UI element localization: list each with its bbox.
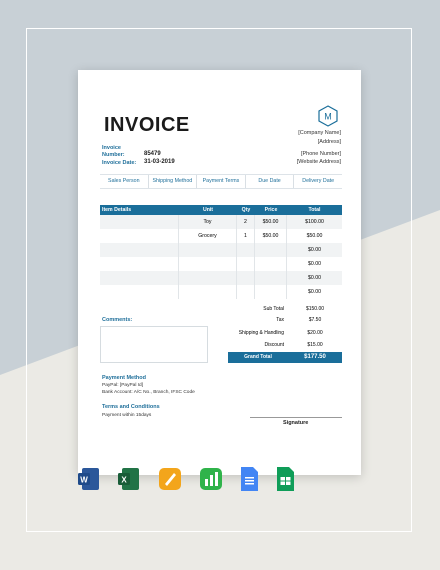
cell-item (100, 285, 179, 299)
items-table-header: Item Details Unit Qty Price Total (100, 205, 342, 215)
invoice-sheet: INVOICE M [Company Name] [Address] [Phon… (78, 70, 361, 475)
cell-item (100, 243, 179, 257)
payment-line-1: PayPal: [PayPal Id] (102, 383, 144, 388)
summary-tax: Tax $7.50 (228, 315, 342, 326)
cell-price (255, 285, 287, 299)
cell-unit: Grocery (179, 229, 237, 243)
numbers-icon[interactable] (200, 466, 222, 492)
cell-price (255, 243, 287, 257)
sales-info-row: Sales Person Shipping Method Payment Ter… (100, 175, 342, 188)
summary-subtotal: Sub Total $150.00 (228, 304, 342, 315)
table-row: $0.00 (100, 243, 342, 257)
cell-total: $0.00 (308, 247, 321, 253)
cell-total: $50.00 (306, 233, 323, 239)
cell-item (100, 257, 179, 271)
cell-unit (179, 243, 237, 257)
cell-qty: 1 (237, 229, 255, 243)
due-date-header: Due Date (246, 175, 295, 188)
terms-label: Terms and Conditions (102, 404, 160, 410)
format-icons: W X (78, 466, 361, 494)
items-table: Item Details Unit Qty Price Total Toy 2 … (100, 205, 342, 299)
signature-line (250, 417, 342, 418)
cell-price: $50.00 (255, 215, 287, 229)
cell-unit (179, 285, 237, 299)
cell-price (255, 257, 287, 271)
table-row: $0.00 (100, 271, 342, 285)
payment-terms-header: Payment Terms (197, 175, 246, 188)
cell-qty (237, 285, 255, 299)
cell-total: $100.00 (305, 219, 324, 225)
cell-item (100, 229, 179, 243)
cell-item (100, 271, 179, 285)
cell-item (100, 215, 179, 229)
summary-label: Tax (276, 317, 284, 323)
cell-unit (179, 271, 237, 285)
cell-qty (237, 257, 255, 271)
delivery-date-header: Delivery Date (302, 178, 335, 184)
shipping-method-header: Shipping Method (149, 175, 198, 188)
company-logo: M (318, 105, 338, 127)
summary-label: Sub Total (263, 306, 284, 312)
col-unit: Unit (202, 207, 214, 213)
items-table-body: Toy 2 $50.00 $100.00 Grocery 1 $50.00 $5… (100, 215, 342, 299)
comments-box (100, 326, 208, 363)
summary-value: $20.00 (307, 330, 323, 336)
col-qty: Qty (241, 207, 251, 213)
invoice-number-label-2: Number: (102, 152, 125, 158)
pages-icon[interactable] (159, 466, 181, 492)
cell-price (255, 271, 287, 285)
company-website: [Website Address] (296, 159, 341, 165)
divider (100, 188, 342, 189)
summary-label: Discount (264, 342, 284, 348)
sales-person-header: Sales Person (100, 175, 149, 188)
company-address: [Address] (317, 139, 341, 145)
payment-line-2: Bank Account: A/C No., Branch, IFSC Code (102, 390, 195, 395)
company-name: [Company Name] (298, 130, 341, 136)
table-row: $0.00 (100, 285, 342, 299)
invoice-date-value: 31-03-2019 (144, 159, 175, 165)
google-sheets-icon[interactable] (274, 466, 296, 492)
logo-letter: M (324, 112, 332, 122)
table-row: Toy 2 $50.00 $100.00 (100, 215, 342, 229)
terms-text: Payment within 15days (102, 413, 152, 418)
svg-text:W: W (80, 476, 88, 485)
col-item-details: Item Details (102, 207, 132, 213)
col-price: Price (264, 207, 278, 213)
table-row: $0.00 (100, 257, 342, 271)
summary-discount: Discount $15.00 (228, 340, 342, 351)
cell-unit (179, 257, 237, 271)
invoice-number-label-1: Invoice (102, 145, 121, 151)
grand-total-row: Grand Total $177.50 (228, 352, 342, 363)
company-phone: [Phone Number] (300, 151, 341, 157)
cell-total: $0.00 (308, 261, 321, 267)
svg-text:X: X (121, 476, 127, 485)
excel-icon[interactable]: X (118, 466, 140, 492)
grand-total-label: Grand Total (228, 352, 288, 363)
google-docs-icon[interactable] (238, 466, 260, 492)
cell-price: $50.00 (255, 229, 287, 243)
summary-label: Shipping & Handling (238, 330, 284, 336)
signature-label: Signature (283, 420, 309, 426)
invoice-date-label: Invoice Date: (102, 160, 137, 166)
summary-value: $15.00 (307, 342, 323, 348)
invoice-number-value: 85479 (144, 151, 161, 157)
cell-qty: 2 (237, 215, 255, 229)
payment-method-label: Payment Method (102, 375, 147, 381)
cell-total: $0.00 (308, 275, 321, 281)
cell-unit: Toy (179, 215, 237, 229)
table-row: Grocery 1 $50.00 $50.00 (100, 229, 342, 243)
comments-label: Comments: (102, 317, 133, 323)
cell-qty (237, 271, 255, 285)
word-icon[interactable]: W (78, 466, 100, 492)
summary-value: $7.50 (308, 317, 322, 323)
cell-total: $0.00 (308, 289, 321, 295)
invoice-title: INVOICE (104, 114, 190, 136)
summary-value: $150.00 (305, 306, 325, 312)
grand-total-value: $177.50 (288, 352, 342, 363)
cell-qty (237, 243, 255, 257)
summary-shipping: Shipping & Handling $20.00 (228, 328, 342, 339)
col-total: Total (308, 207, 321, 213)
